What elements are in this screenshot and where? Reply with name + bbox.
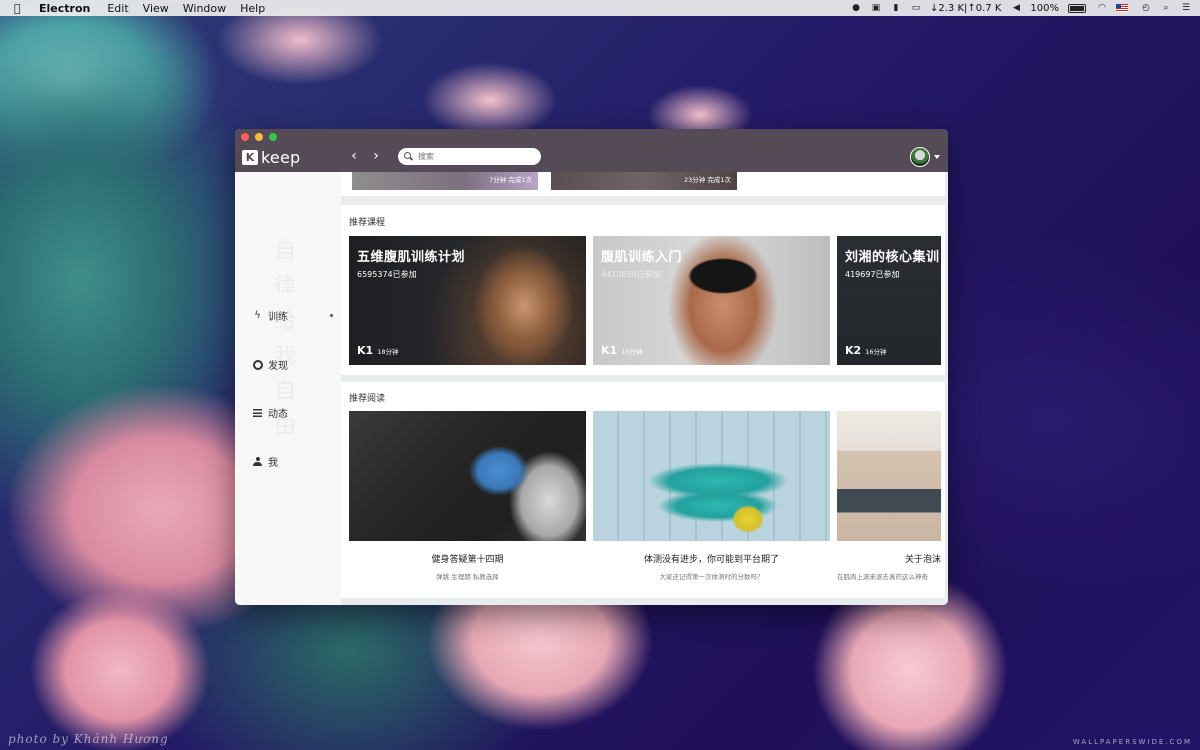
active-indicator: [330, 314, 333, 317]
photo-credit: photo by Khánh Hương: [8, 732, 169, 746]
bolt-icon: ϟ: [254, 310, 261, 321]
course-title: 刘湘的核心集训: [845, 250, 940, 265]
main-content[interactable]: 7分钟 完成1次 23分钟 完成1次 推荐课程 五维腹肌训练计划 6595374…: [341, 172, 948, 605]
course-participants: 419697已参加: [845, 270, 900, 279]
article-image[interactable]: [593, 411, 830, 541]
network-speed[interactable]: ↓2.3 K|↑0.7 K: [930, 3, 1001, 14]
clipboard-icon[interactable]: ▣: [870, 3, 882, 13]
battery-percent[interactable]: 100%: [1030, 3, 1059, 14]
forward-button[interactable]: ›: [369, 148, 383, 164]
sidebar-item-label: 动态: [268, 409, 288, 420]
qq-icon[interactable]: ●: [850, 3, 862, 13]
my-training-panel: 7分钟 完成1次 23分钟 完成1次: [341, 172, 945, 196]
sidebar: 自律给我自由 ϟ 训练 发现 动态 我: [235, 172, 341, 605]
wifi-icon[interactable]: ◠: [1096, 3, 1108, 13]
course-level-label: K2: [845, 344, 862, 357]
article-image[interactable]: [349, 411, 586, 541]
time-machine-icon[interactable]: ◴: [1140, 3, 1152, 13]
user-avatar[interactable]: [910, 147, 930, 167]
sidebar-item-label: 我: [268, 458, 278, 469]
sidebar-item-feed[interactable]: 动态: [252, 405, 288, 420]
status-area: ● ▣ ▮ ▭ ↓2.3 K|↑0.7 K ◀ 100% ◠ ◴ ⌕ ☰: [850, 0, 1200, 16]
menu-bar:  Electron Edit View Window Help ● ▣ ▮ ▭…: [0, 0, 1200, 16]
wallpaper-source: WALLPAPERSWIDE.COM: [1072, 738, 1192, 746]
keep-logo-text: keep: [261, 148, 301, 167]
menu-edit[interactable]: Edit: [107, 2, 128, 15]
close-window-button[interactable]: [241, 133, 249, 141]
bookmark-icon[interactable]: ▮: [890, 3, 902, 13]
spotlight-search-icon[interactable]: ⌕: [1160, 3, 1172, 13]
maximize-window-button[interactable]: [269, 133, 277, 141]
sidebar-item-label: 训练: [268, 312, 288, 323]
course-card[interactable]: 腹肌训练入门 4410859已参加 K1 16分钟: [593, 236, 830, 365]
my-training-card[interactable]: 7分钟 完成1次: [352, 172, 538, 190]
keep-app-window: K keep ‹ › 自律给我自由 ϟ 训练 发现 动态 我: [235, 129, 948, 605]
sidebar-item-label: 发现: [268, 361, 288, 372]
course-level-label: K1: [357, 344, 374, 357]
display-icon[interactable]: ▭: [910, 3, 922, 13]
course-title: 五维腹肌训练计划: [357, 250, 466, 265]
article-description: 大家还记得第一次体测时的分数吗？: [659, 573, 764, 581]
notification-center-icon[interactable]: ☰: [1180, 3, 1192, 13]
article-image[interactable]: [837, 411, 941, 541]
course-level: K1 18分钟: [357, 344, 398, 357]
course-title: 腹肌训练入门: [601, 250, 683, 265]
course-duration: 16分钟: [865, 348, 887, 356]
article-title[interactable]: 关于泡沫: [837, 552, 941, 565]
recommended-reading-panel: 推荐阅读 健身答疑第十四期 弹跳 生理期 私教选择 体测没有进步，你可能到平台期…: [341, 382, 945, 598]
section-title: 推荐课程: [349, 218, 386, 228]
course-participants: 4410859已参加: [601, 270, 661, 279]
sidebar-item-training[interactable]: ϟ 训练: [252, 308, 288, 323]
list-icon: [252, 407, 263, 418]
keep-logo-icon: K: [242, 150, 258, 165]
sidebar-item-me[interactable]: 我: [252, 454, 278, 469]
course-level-label: K1: [601, 344, 618, 357]
article-title[interactable]: 健身答疑第十四期: [349, 552, 586, 565]
ring-icon: [252, 359, 263, 370]
battery-icon[interactable]: [1068, 3, 1086, 13]
course-participants: 6595374已参加: [357, 270, 417, 279]
search-icon: [404, 152, 413, 161]
sidebar-item-discover[interactable]: 发现: [252, 357, 288, 372]
keep-logo[interactable]: K keep: [242, 148, 300, 167]
my-training-card[interactable]: 23分钟 完成1次: [551, 172, 737, 190]
apple-icon[interactable]: : [14, 2, 28, 15]
recommended-courses-panel: 推荐课程 五维腹肌训练计划 6595374已参加 K1 18分钟 腹肌训练入门 4…: [341, 205, 945, 375]
title-bar[interactable]: K keep ‹ ›: [235, 129, 948, 172]
course-card[interactable]: 五维腹肌训练计划 6595374已参加 K1 18分钟: [349, 236, 586, 365]
training-card-stats: 7分钟 完成1次: [489, 176, 532, 184]
chevron-down-icon[interactable]: [934, 155, 940, 159]
course-duration: 18分钟: [377, 348, 399, 356]
course-level: K2 16分钟: [845, 344, 886, 357]
minimize-window-button[interactable]: [255, 133, 263, 141]
course-level: K1 16分钟: [601, 344, 642, 357]
back-button[interactable]: ‹: [347, 148, 361, 164]
menu-help[interactable]: Help: [240, 2, 265, 15]
person-icon: [252, 456, 263, 467]
menu-window[interactable]: Window: [183, 2, 226, 15]
menu-view[interactable]: View: [143, 2, 169, 15]
volume-icon[interactable]: ◀: [1010, 3, 1022, 13]
us-flag-icon[interactable]: [1116, 4, 1128, 12]
course-card[interactable]: 刘湘的核心集训 419697已参加 K2 16分钟: [837, 236, 941, 365]
search-input[interactable]: [418, 152, 528, 161]
article-description: 弹跳 生理期 私教选择: [436, 573, 499, 581]
course-duration: 16分钟: [621, 348, 643, 356]
search-box[interactable]: [398, 148, 541, 165]
training-card-stats: 23分钟 完成1次: [684, 176, 731, 184]
article-title[interactable]: 体测没有进步，你可能到平台期了: [593, 552, 830, 565]
article-description: 在肌肉上滚来滚去真的这么神奇: [837, 573, 928, 581]
section-title: 推荐阅读: [349, 394, 386, 404]
menu-app-name[interactable]: Electron: [39, 2, 90, 15]
